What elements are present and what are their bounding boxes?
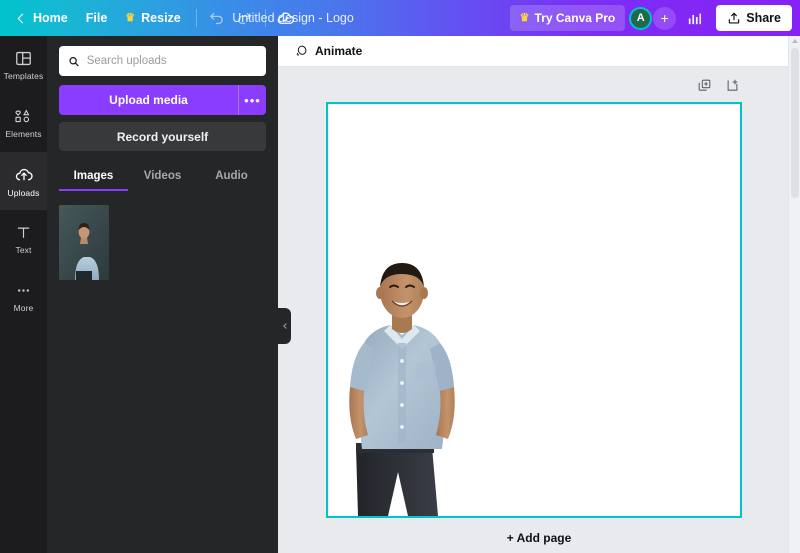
scrollbar-thumb[interactable] bbox=[791, 48, 799, 198]
resize-label: Resize bbox=[141, 11, 181, 25]
sidebar-item-templates[interactable]: Templates bbox=[0, 36, 47, 94]
bar-chart-icon bbox=[688, 13, 701, 24]
sidebar-label-templates: Templates bbox=[3, 71, 44, 81]
sidebar-item-elements[interactable]: Elements bbox=[0, 94, 47, 152]
home-button[interactable]: Home bbox=[10, 5, 77, 31]
avatar-initial: A bbox=[636, 12, 645, 24]
add-page-icon-button[interactable] bbox=[721, 75, 743, 97]
undo-button[interactable] bbox=[203, 4, 231, 32]
upload-icon bbox=[729, 12, 740, 24]
animate-toolbar: Animate bbox=[278, 36, 800, 67]
tab-images-label: Images bbox=[73, 170, 114, 182]
chevron-left-icon bbox=[17, 13, 28, 23]
sidebar-label-elements: Elements bbox=[5, 129, 42, 139]
tab-videos-label: Videos bbox=[143, 170, 182, 182]
redo-button[interactable] bbox=[231, 4, 259, 32]
duplicate-page-icon bbox=[698, 79, 710, 91]
animate-button[interactable]: Animate bbox=[286, 40, 370, 63]
top-toolbar-left-group: Home File ♛ Resize bbox=[0, 0, 300, 36]
uploads-tabs: Images Videos Audio bbox=[59, 163, 266, 191]
crown-icon-pro: ♛ bbox=[519, 11, 530, 24]
file-label: File bbox=[85, 11, 108, 25]
search-input[interactable] bbox=[86, 55, 257, 67]
search-uploads-container[interactable] bbox=[59, 46, 266, 76]
toolbar-divider-1 bbox=[195, 9, 197, 27]
upload-thumbnail-portrait[interactable] bbox=[59, 205, 109, 280]
tab-images[interactable]: Images bbox=[59, 163, 128, 191]
scroll-up-arrow-icon[interactable] bbox=[792, 39, 798, 43]
resize-button[interactable]: ♛ Resize bbox=[116, 5, 189, 31]
record-yourself-label: Record yourself bbox=[116, 129, 209, 144]
add-page-label: + Add page bbox=[506, 531, 572, 545]
search-icon bbox=[69, 56, 79, 66]
sidebar-item-text[interactable]: Text bbox=[0, 210, 47, 268]
templates-icon bbox=[16, 51, 31, 66]
saved-status-button[interactable] bbox=[272, 4, 300, 32]
analytics-button[interactable] bbox=[680, 4, 708, 32]
collapse-panel-handle[interactable] bbox=[278, 308, 291, 344]
sidebar-item-uploads[interactable]: Uploads bbox=[0, 152, 47, 210]
share-label: Share bbox=[746, 11, 781, 25]
editor-scrollbar[interactable] bbox=[788, 36, 800, 553]
upload-options-label: ••• bbox=[244, 92, 261, 108]
file-menu-button[interactable]: File bbox=[77, 5, 117, 31]
uploads-panel: Upload media ••• Record yourself Images … bbox=[47, 36, 278, 553]
try-canva-pro-button[interactable]: ♛ Try Canva Pro bbox=[509, 5, 626, 31]
design-canvas-container[interactable] bbox=[326, 102, 800, 518]
canvas-portrait-image[interactable] bbox=[328, 251, 476, 516]
left-sidebar-rail: Templates Elements Uploads Text More bbox=[0, 36, 47, 553]
sidebar-label-uploads: Uploads bbox=[7, 187, 40, 198]
animate-label: Animate bbox=[315, 44, 363, 58]
upload-media-row: Upload media ••• bbox=[59, 85, 266, 115]
invite-members-button[interactable]: + bbox=[653, 6, 677, 30]
record-yourself-button[interactable]: Record yourself bbox=[59, 122, 266, 151]
sidebar-label-more: More bbox=[13, 303, 34, 313]
toolbar-divider-2 bbox=[264, 9, 266, 27]
try-canva-pro-label: Try Canva Pro bbox=[534, 11, 616, 25]
page-tools bbox=[278, 67, 800, 104]
canva-editor-window: Home File ♛ Resize Untitled design - Log… bbox=[0, 0, 800, 553]
home-label: Home bbox=[33, 11, 68, 25]
share-button[interactable]: Share bbox=[716, 5, 792, 31]
avatar[interactable]: A bbox=[629, 6, 653, 30]
sidebar-label-text: Text bbox=[15, 245, 32, 255]
top-toolbar-right-group: ♛ Try Canva Pro A + Share bbox=[509, 0, 792, 36]
invite-plus-label: + bbox=[660, 10, 669, 26]
design-canvas[interactable] bbox=[326, 102, 742, 518]
text-icon bbox=[17, 227, 30, 238]
redo-icon bbox=[238, 12, 252, 24]
editor-workspace: Animate + Add page bbox=[278, 36, 800, 553]
cloud-upload-icon bbox=[15, 168, 33, 180]
animate-icon bbox=[296, 45, 307, 56]
crown-icon: ♛ bbox=[125, 11, 136, 24]
uploads-thumbnail-grid bbox=[47, 191, 278, 280]
portrait-thumbnail-image bbox=[59, 205, 109, 280]
cloud-saved-icon bbox=[277, 12, 295, 24]
chevron-left-icon-collapse bbox=[282, 323, 289, 329]
upload-options-button[interactable]: ••• bbox=[238, 85, 266, 115]
add-page-button[interactable]: + Add page bbox=[497, 527, 582, 549]
elements-icon bbox=[15, 109, 30, 123]
undo-icon bbox=[210, 12, 224, 24]
top-toolbar: Home File ♛ Resize Untitled design - Log… bbox=[0, 0, 800, 36]
tab-audio-label: Audio bbox=[215, 170, 248, 182]
sidebar-item-more[interactable]: More bbox=[0, 268, 47, 326]
more-dots-icon bbox=[17, 289, 30, 292]
tab-audio[interactable]: Audio bbox=[197, 163, 266, 191]
add-page-icon bbox=[727, 79, 737, 91]
upload-media-label: Upload media bbox=[109, 93, 188, 107]
duplicate-page-button[interactable] bbox=[693, 75, 715, 97]
add-page-bar: + Add page bbox=[278, 523, 800, 553]
tab-videos[interactable]: Videos bbox=[128, 163, 197, 191]
upload-media-button[interactable]: Upload media bbox=[59, 85, 238, 115]
